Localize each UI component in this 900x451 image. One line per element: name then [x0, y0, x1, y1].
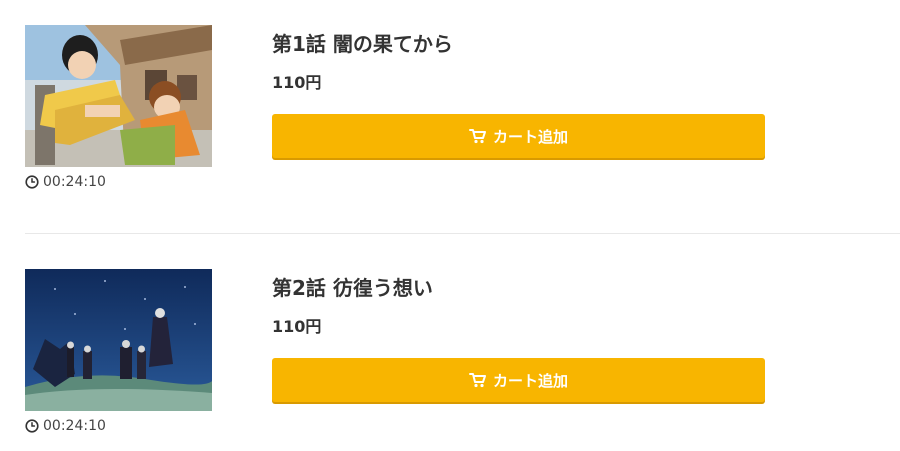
episode-2-scene-image: [25, 269, 212, 411]
divider: [25, 233, 900, 234]
duration-text: 00:24:10: [43, 418, 106, 434]
cart-icon: [468, 129, 486, 144]
episode-title[interactable]: 第2話 彷徨う想い: [272, 272, 433, 301]
episode-list: 00:24:10 第1話 闇の果てから 110円 カート追加 00:24:10 …: [0, 0, 900, 451]
add-to-cart-button[interactable]: カート追加: [272, 358, 765, 402]
episode-1-scene-image: [25, 25, 212, 167]
episode-price: 110円: [272, 317, 322, 336]
cart-button-label: カート追加: [492, 127, 568, 146]
episode-price: 110円: [272, 73, 322, 92]
add-to-cart-button[interactable]: カート追加: [272, 114, 765, 158]
episode-duration: 00:24:10: [25, 173, 106, 191]
clock-icon: [25, 419, 39, 433]
episode-title[interactable]: 第1話 闇の果てから: [272, 28, 453, 57]
cart-button-label: カート追加: [492, 371, 568, 390]
episode-thumbnail[interactable]: [25, 269, 212, 411]
cart-icon: [468, 373, 486, 388]
episode-duration: 00:24:10: [25, 417, 106, 435]
episode-thumbnail[interactable]: [25, 25, 212, 167]
duration-text: 00:24:10: [43, 174, 106, 190]
clock-icon: [25, 175, 39, 189]
